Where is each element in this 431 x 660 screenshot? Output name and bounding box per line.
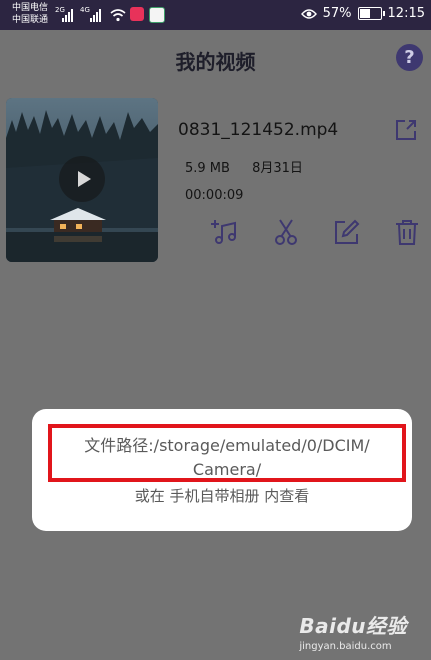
cut-icon[interactable]	[272, 218, 300, 246]
clock: 12:15	[387, 6, 425, 21]
network-type-2: 4G	[80, 6, 90, 14]
watermark-brand: Baidu经验	[299, 614, 407, 638]
video-date: 8月31日	[252, 161, 303, 176]
wifi-icon	[110, 9, 126, 22]
video-meta: 5.9 MB 8月31日	[185, 157, 321, 176]
app-icon	[130, 7, 144, 21]
signal-icon	[90, 8, 104, 22]
highlight-box	[48, 424, 406, 482]
app-header: 我的视频 ?	[0, 30, 431, 90]
watermark-url: jingyan.baidu.com	[299, 641, 392, 652]
eye-icon	[300, 8, 317, 19]
video-thumbnail[interactable]	[6, 98, 158, 262]
share-icon[interactable]	[393, 117, 419, 143]
status-bar: 中国电信 中国联通 2G 4G 57% 12:15	[0, 0, 431, 30]
carrier-1: 中国电信	[12, 3, 49, 13]
carrier-info: 中国电信 中国联通	[12, 2, 48, 26]
battery-fill	[359, 9, 370, 18]
gallery-hint: 或在 手机自带相册 内查看	[134, 487, 310, 505]
battery-percent: 57%	[322, 6, 352, 21]
app-icon	[149, 7, 165, 23]
edit-icon[interactable]	[333, 218, 361, 246]
battery-icon	[357, 7, 385, 20]
signal-icon	[62, 8, 76, 22]
help-button[interactable]: ?	[396, 44, 423, 71]
video-duration: 00:00:09	[185, 188, 244, 203]
video-filename: 0831_121452.mp4	[178, 120, 339, 140]
video-size: 5.9 MB	[185, 161, 230, 176]
delete-icon[interactable]	[393, 218, 421, 246]
status-right: 57% 12:15	[300, 6, 425, 21]
add-music-icon[interactable]	[210, 218, 238, 246]
carrier-2: 中国联通	[12, 15, 49, 25]
play-icon[interactable]	[59, 156, 105, 202]
baidu-watermark: Baidu经验 jingyan.baidu.com	[299, 610, 407, 652]
page-title: 我的视频	[175, 50, 256, 74]
